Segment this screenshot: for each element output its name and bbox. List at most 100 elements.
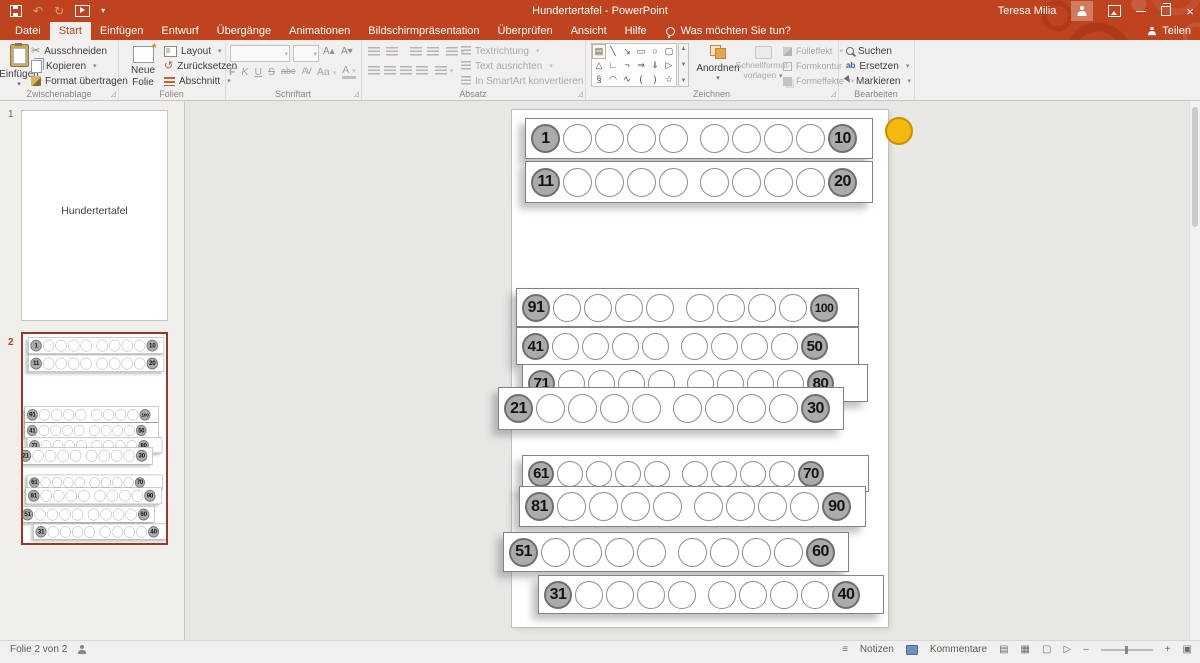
save-icon[interactable]: [10, 5, 22, 17]
shape-icon-2[interactable]: ↘: [620, 44, 634, 59]
tell-me-box[interactable]: Was möchten Sie tun?: [656, 22, 801, 40]
shape-icon-6[interactable]: △: [592, 59, 606, 72]
italic-icon[interactable]: K: [241, 67, 248, 78]
justify-icon[interactable]: [414, 64, 430, 78]
number-row-31-40[interactable]: 3140: [538, 575, 884, 614]
restore-button[interactable]: [1161, 6, 1171, 16]
copy-button[interactable]: Kopieren: [31, 59, 97, 73]
text-direction-button[interactable]: Textrichtung: [461, 44, 539, 58]
number-row-41-50[interactable]: 4150: [516, 327, 859, 365]
shape-icon-7[interactable]: ∟: [606, 59, 620, 72]
shape-icon-9[interactable]: ⇒: [634, 59, 648, 72]
find-button[interactable]: Suchen: [846, 44, 892, 58]
canvas-scrollbar-thumb[interactable]: [1192, 107, 1198, 227]
font-size-combo[interactable]: [293, 45, 319, 62]
canvas-scrollbar[interactable]: [1189, 101, 1200, 640]
number-row-81-90[interactable]: 8190: [26, 487, 162, 504]
slide-1-thumbnail[interactable]: Hundertertafel: [21, 110, 168, 321]
cut-button[interactable]: ✂ Ausschneiden: [31, 44, 107, 58]
decrease-indent-icon[interactable]: [408, 45, 424, 59]
shape-icon-0[interactable]: ▤: [592, 44, 606, 59]
align-center-icon[interactable]: [382, 64, 398, 78]
shape-icon-13[interactable]: ◠: [606, 73, 620, 86]
tab--berg-nge[interactable]: Übergänge: [208, 22, 280, 40]
shape-icon-15[interactable]: (: [634, 73, 648, 86]
tab-bildschirmpr-sentation[interactable]: Bildschirmpräsentation: [359, 22, 488, 40]
gallery-scroll-up-icon[interactable]: ▲: [681, 46, 687, 52]
close-button[interactable]: ×: [1186, 5, 1194, 18]
number-row-91-100[interactable]: 91100: [516, 288, 859, 327]
tab-entwurf[interactable]: Entwurf: [152, 22, 207, 40]
shrink-font-icon[interactable]: A▾: [341, 46, 353, 57]
shape-icon-14[interactable]: ∿: [620, 73, 634, 86]
shape-icon-5[interactable]: ▢: [662, 44, 676, 59]
shape-icon-12[interactable]: §: [592, 73, 606, 86]
number-row-31-40[interactable]: 3140: [33, 524, 168, 540]
tab-hilfe[interactable]: Hilfe: [616, 22, 656, 40]
strikethrough-icon[interactable]: S: [268, 67, 275, 78]
shape-icon-8[interactable]: ¬: [620, 59, 634, 72]
layout-button[interactable]: Layout: [164, 44, 222, 58]
convert-smartart-button[interactable]: In SmartArt konvertieren: [461, 74, 594, 88]
shape-icon-4[interactable]: ○: [648, 44, 662, 59]
number-row-81-90[interactable]: 8190: [519, 486, 866, 527]
tab-animationen[interactable]: Animationen: [280, 22, 359, 40]
increase-indent-icon[interactable]: [425, 45, 441, 59]
shape-icon-1[interactable]: ╲: [606, 44, 620, 59]
quick-styles-button[interactable]: Schnellformat- vorlagen: [743, 42, 783, 88]
shape-fill-button[interactable]: Fülleffekt: [783, 44, 843, 58]
shape-icon-3[interactable]: ▭: [634, 44, 648, 59]
number-row-11-20[interactable]: 1120: [28, 355, 164, 372]
char-spacing-icon[interactable]: AV: [302, 67, 311, 76]
gallery-scroll-down-icon[interactable]: ▼: [681, 62, 687, 68]
number-row-21-30[interactable]: 2130: [21, 447, 153, 465]
undo-icon[interactable]: ↶: [33, 5, 43, 17]
tab-einf-gen[interactable]: Einfügen: [91, 22, 152, 40]
tab-start[interactable]: Start: [50, 22, 91, 40]
redo-icon[interactable]: ↻: [54, 5, 64, 17]
tab--berpr-fen[interactable]: Überprüfen: [489, 22, 562, 40]
columns-icon[interactable]: [436, 64, 452, 78]
strike-abc-icon[interactable]: abc: [281, 67, 296, 76]
align-left-icon[interactable]: [366, 64, 382, 78]
tab-ansicht[interactable]: Ansicht: [562, 22, 616, 40]
font-color-icon[interactable]: A: [342, 65, 356, 79]
slide-2-thumbnail[interactable]: 1101120911004150718021306170819051603140: [21, 332, 168, 545]
avatar[interactable]: [1071, 1, 1093, 21]
bullets-icon[interactable]: [366, 45, 382, 59]
ribbon-display-options-icon[interactable]: [1108, 5, 1121, 17]
editing-canvas[interactable]: 1101120911004150718021306170819051603140: [184, 101, 1200, 640]
align-text-button[interactable]: Text ausrichten: [461, 59, 553, 73]
share-button[interactable]: Teilen: [1147, 22, 1191, 40]
align-right-icon[interactable]: [398, 64, 414, 78]
shape-icon-17[interactable]: ☆: [662, 73, 676, 86]
select-button[interactable]: Markieren: [846, 74, 911, 88]
bold-icon[interactable]: F: [229, 67, 235, 78]
font-name-combo[interactable]: [230, 45, 290, 62]
tab-datei[interactable]: Datei: [6, 22, 50, 40]
replace-button[interactable]: ab Ersetzen: [846, 59, 909, 73]
number-row-1-10[interactable]: 110: [525, 118, 873, 159]
number-row-21-30[interactable]: 2130: [498, 387, 844, 430]
number-row-51-60[interactable]: 5160: [503, 532, 849, 572]
qat-customize-icon[interactable]: ▾: [101, 7, 105, 15]
gold-circle-shape[interactable]: [885, 117, 913, 145]
number-row-51-60[interactable]: 5160: [21, 506, 155, 522]
numbering-icon[interactable]: [384, 45, 400, 59]
change-case-icon[interactable]: Aa: [317, 67, 336, 78]
minimize-button[interactable]: [1136, 11, 1146, 12]
slide-page[interactable]: 1101120911004150718021306170819051603140: [512, 110, 888, 627]
format-painter-button[interactable]: Format übertragen: [31, 74, 128, 88]
shape-icon-16[interactable]: ): [648, 73, 662, 86]
number-row-11-20[interactable]: 1120: [525, 161, 873, 203]
section-button[interactable]: Abschnitt: [164, 74, 231, 88]
new-slide-button[interactable]: Neue Folie: [126, 42, 160, 88]
underline-icon[interactable]: U: [254, 67, 262, 78]
gallery-more-icon[interactable]: ▼: [681, 78, 687, 84]
shape-icon-10[interactable]: ⇓: [648, 59, 662, 72]
shapes-gallery-scrollbar[interactable]: ▲ ▼ ▼: [678, 43, 689, 87]
shape-icon-11[interactable]: ▷: [662, 59, 676, 72]
number-row-41-50[interactable]: 4150: [25, 423, 159, 439]
number-row-1-10[interactable]: 110: [28, 337, 164, 354]
start-slideshow-icon[interactable]: [75, 5, 90, 17]
